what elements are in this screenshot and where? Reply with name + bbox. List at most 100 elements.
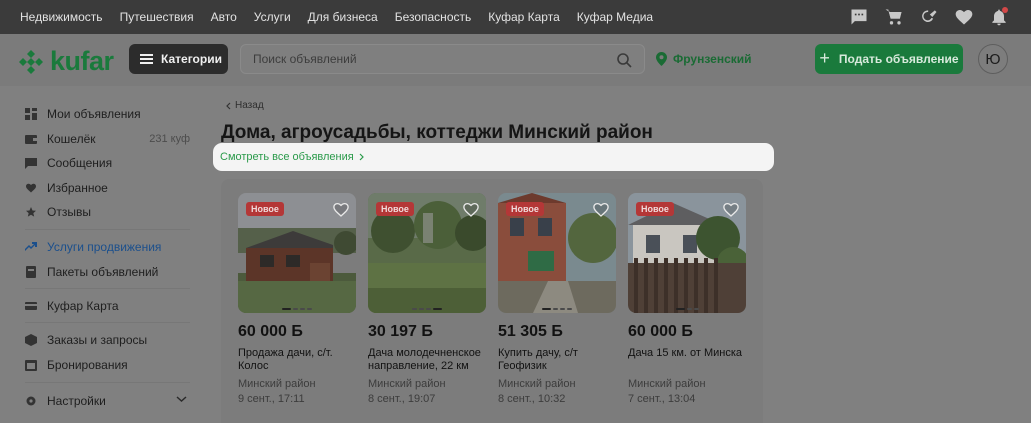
header: kufar Категории Фрунзенский + Подать объ… (0, 34, 1031, 86)
listing-date: 7 сент., 13:04 (628, 393, 696, 405)
sidebar-item-label: Бронирования (47, 358, 128, 372)
sidebar-item-wallet[interactable]: Кошелёк 231 куф (25, 131, 190, 147)
listing-card[interactable]: Новое 60 000 Б Продажа дачи, с/т. Колос … (238, 193, 356, 406)
favorite-heart-icon[interactable] (332, 201, 350, 219)
menu-icon (140, 54, 153, 64)
heart-icon (25, 182, 37, 194)
back-label: Назад (235, 100, 264, 111)
favorite-heart-icon[interactable] (722, 201, 740, 219)
top-nav-link-kufar-card[interactable]: Куфар Карта (488, 10, 560, 24)
listing-card[interactable]: Новое 60 000 Б Дача 15 км. от Минска Мин… (628, 193, 746, 406)
sidebar-item-label: Отзывы (47, 205, 91, 219)
listing-title[interactable]: Дача молодечненское направление, 22 км о… (368, 347, 486, 373)
photo-pager (628, 308, 746, 310)
search-input[interactable] (253, 52, 613, 66)
listing-photo[interactable]: Новое (368, 193, 486, 313)
sidebar-item-my-ads[interactable]: Мои объявления (25, 106, 190, 122)
sidebar-item-messages[interactable]: Сообщения (25, 155, 190, 171)
listing-date: 8 сент., 10:32 (498, 393, 566, 405)
notification-dot (1002, 7, 1008, 13)
listing-card[interactable]: Новое 51 305 Б Купить дачу, с/т Геофизик… (498, 193, 616, 406)
heart-icon[interactable] (954, 7, 974, 27)
new-badge: Новое (246, 202, 284, 216)
trend-icon (25, 241, 37, 253)
photo-pager (498, 308, 616, 310)
sidebar-item-label: Сообщения (47, 156, 113, 170)
listing-location: Минский район (238, 378, 316, 390)
sidebar-item-settings[interactable]: Настройки (25, 393, 190, 409)
sidebar-item-label: Мои объявления (47, 107, 141, 121)
sidebar-item-kufar-card[interactable]: Куфар Карта (25, 298, 190, 314)
post-ad-button[interactable]: + Подать объявление (815, 44, 963, 74)
chat-icon[interactable] (849, 7, 869, 27)
sidebar-item-reviews[interactable]: Отзывы (25, 204, 190, 220)
sidebar-item-bookings[interactable]: Бронирования (25, 357, 190, 373)
new-badge: Новое (376, 202, 414, 216)
cart-icon[interactable] (884, 7, 904, 27)
top-nav-links: Недвижимость Путешествия Авто Услуги Для… (0, 10, 670, 24)
sidebar-item-orders[interactable]: Заказы и запросы (25, 332, 190, 348)
top-nav-link-auto[interactable]: Авто (211, 10, 237, 24)
listing-title[interactable]: Продажа дачи, с/т. Колос (238, 347, 356, 373)
favorite-heart-icon[interactable] (592, 201, 610, 219)
sidebar-item-label: Заказы и запросы (47, 333, 148, 347)
avatar[interactable]: Ю (978, 44, 1008, 74)
new-badge: Новое (636, 202, 674, 216)
box-icon (25, 334, 37, 346)
card-icon (25, 300, 37, 312)
logo-text: kufar (50, 46, 114, 76)
listing-price: 51 305 Б (498, 323, 563, 340)
sidebar-item-packages[interactable]: Пакеты объявлений (25, 264, 190, 280)
location-label: Фрунзенский (673, 52, 752, 66)
sidebar-item-label: Настройки (47, 394, 106, 408)
top-nav-link-business[interactable]: Для бизнеса (308, 10, 378, 24)
sidebar-item-promotion[interactable]: Услуги продвижения (25, 239, 190, 255)
categories-button[interactable]: Категории (129, 44, 228, 74)
top-nav-link-realty[interactable]: Недвижимость (20, 10, 103, 24)
top-nav-icons (849, 7, 1009, 27)
location-selector[interactable]: Фрунзенский (656, 52, 752, 66)
new-badge: Новое (506, 202, 544, 216)
top-nav-link-kufar-media[interactable]: Куфар Медиа (577, 10, 653, 24)
listing-title[interactable]: Дача 15 км. от Минска (628, 347, 746, 373)
sidebar-divider (25, 229, 190, 230)
top-nav-link-travel[interactable]: Путешествия (120, 10, 194, 24)
listing-price: 60 000 Б (238, 323, 303, 340)
message-icon (25, 157, 37, 169)
page-title: Дома, агроусадьбы, коттеджи Минский райо… (221, 122, 653, 143)
favorite-heart-icon[interactable] (462, 201, 480, 219)
sidebar-item-label: Пакеты объявлений (47, 265, 159, 279)
photo-pager (238, 308, 356, 310)
listing-title[interactable]: Купить дачу, с/т Геофизик (498, 347, 616, 373)
listing-price: 30 197 Б (368, 323, 433, 340)
sidebar-item-label: Избранное (47, 181, 108, 195)
sidebar-divider (25, 322, 190, 323)
kufar-logo-icon (19, 49, 43, 74)
see-all-link[interactable]: Смотреть все объявления (220, 151, 364, 163)
wallet-balance: 231 куф (149, 133, 190, 145)
post-ad-label: Подать объявление (838, 52, 959, 66)
sidebar-item-label: Услуги продвижения (47, 240, 162, 254)
sidebar-divider (25, 288, 190, 289)
listing-photo[interactable]: Новое (628, 193, 746, 313)
bell-icon[interactable] (989, 7, 1009, 27)
top-nav-link-services[interactable]: Услуги (254, 10, 291, 24)
sidebar-item-label: Куфар Карта (47, 299, 119, 313)
main-content: Назад Дома, агроусадьбы, коттеджи Мински… (205, 86, 1031, 423)
chevron-left-icon (226, 102, 231, 109)
chevron-down-icon[interactable] (176, 395, 187, 403)
plus-icon: + (819, 47, 830, 68)
listing-card[interactable]: Новое 30 197 Б Дача молодечненское напра… (368, 193, 486, 406)
top-nav-link-security[interactable]: Безопасность (395, 10, 472, 24)
sidebar-divider (25, 382, 190, 383)
star-icon (25, 206, 37, 218)
grid-icon (25, 108, 37, 120)
kufar-logo[interactable]: kufar (18, 46, 114, 77)
calendar-icon (25, 359, 37, 371)
compare-icon[interactable] (919, 7, 939, 27)
search-icon[interactable] (616, 52, 632, 68)
back-link[interactable]: Назад (225, 100, 264, 111)
listing-photo[interactable]: Новое (498, 193, 616, 313)
sidebar-item-favorites[interactable]: Избранное (25, 180, 190, 196)
listing-photo[interactable]: Новое (238, 193, 356, 313)
